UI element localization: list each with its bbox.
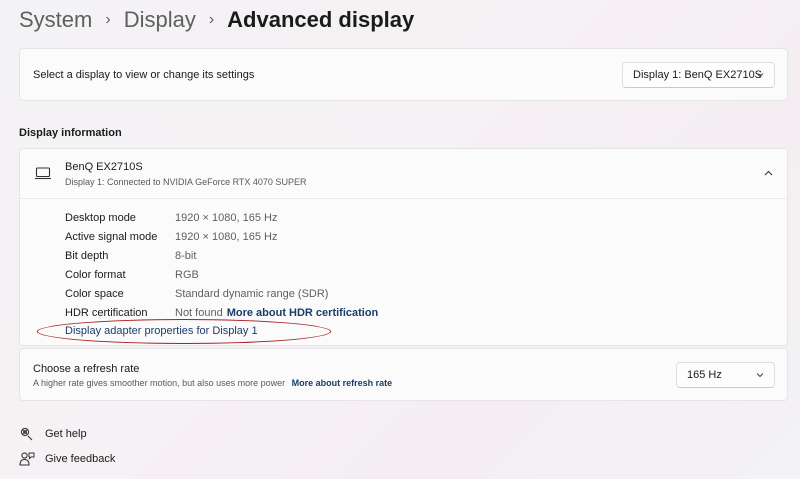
select-display-label: Select a display to view or change its s… <box>33 69 255 81</box>
info-value: Not found <box>175 306 223 319</box>
page-title: Advanced display <box>227 7 415 32</box>
info-row: Color space Standard dynamic range (SDR) <box>65 284 378 303</box>
display-info-rows: Desktop mode 1920 × 1080, 165 Hz Active … <box>65 208 378 322</box>
refresh-rate-dropdown[interactable]: 165 Hz <box>676 362 775 388</box>
info-value: 1920 × 1080, 165 Hz <box>175 230 278 243</box>
chevron-right-icon: › <box>105 11 111 28</box>
info-key: Active signal mode <box>65 230 158 243</box>
section-title-display-information: Display information <box>19 127 122 139</box>
refresh-rate-value: 165 Hz <box>687 369 722 381</box>
refresh-rate-description: A higher rate gives smoother motion, but… <box>33 378 286 388</box>
give-feedback-label: Give feedback <box>45 453 116 465</box>
get-help-link[interactable]: Get help <box>19 426 87 442</box>
refresh-rate-title: Choose a refresh rate <box>33 363 140 375</box>
info-key: Color format <box>65 268 126 281</box>
info-row: Desktop mode 1920 × 1080, 165 Hz <box>65 208 378 227</box>
info-value: 1920 × 1080, 165 Hz <box>175 211 278 224</box>
info-key: Desktop mode <box>65 211 136 224</box>
display-info-card: BenQ EX2710S Display 1: Connected to NVI… <box>19 148 788 346</box>
chevron-right-icon: › <box>208 11 215 28</box>
hdr-certification-link[interactable]: More about HDR certification <box>227 307 379 319</box>
select-display-card: Select a display to view or change its s… <box>19 48 788 101</box>
display-select-value: Display 1: BenQ EX2710S <box>633 69 763 81</box>
chevron-down-icon <box>756 373 764 378</box>
monitor-name: BenQ EX2710S <box>65 161 143 173</box>
info-row: Active signal mode 1920 × 1080, 165 Hz <box>65 227 378 246</box>
feedback-icon <box>19 452 35 466</box>
display-select-dropdown[interactable]: Display 1: BenQ EX2710S <box>622 62 775 88</box>
info-value: Standard dynamic range (SDR) <box>175 287 329 300</box>
chevron-down-icon <box>756 73 764 78</box>
give-feedback-link[interactable]: Give feedback <box>19 451 115 467</box>
refresh-rate-subtitle: A higher rate gives smoother motion, but… <box>33 378 392 388</box>
info-key: Color space <box>65 287 124 300</box>
info-value: 8-bit <box>175 249 197 262</box>
laptop-icon <box>35 167 51 180</box>
chevron-up-icon[interactable] <box>763 168 774 179</box>
display-info-header[interactable]: BenQ EX2710S Display 1: Connected to NVI… <box>20 149 787 199</box>
breadcrumb-system[interactable]: System <box>19 6 92 34</box>
info-row: Bit depth 8-bit <box>65 246 378 265</box>
monitor-connection: Display 1: Connected to NVIDIA GeForce R… <box>65 177 307 187</box>
get-help-label: Get help <box>45 428 87 440</box>
info-key: HDR certification <box>65 306 148 319</box>
annotation-circle <box>37 319 331 344</box>
refresh-rate-card: Choose a refresh rate A higher rate give… <box>19 348 788 401</box>
info-row: Color format RGB <box>65 265 378 284</box>
breadcrumb: System › Display › Advanced display <box>19 6 414 34</box>
info-key: Bit depth <box>65 249 109 262</box>
refresh-rate-link[interactable]: More about refresh rate <box>292 378 393 388</box>
info-value: RGB <box>175 268 199 281</box>
help-icon <box>20 427 33 441</box>
breadcrumb-display[interactable]: Display <box>124 6 196 34</box>
